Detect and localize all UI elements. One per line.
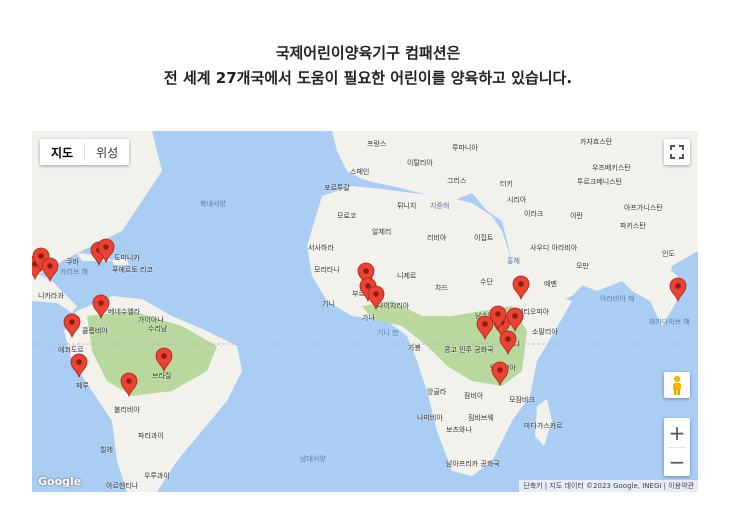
map-type-map-button[interactable]: 지도 [40, 139, 85, 165]
pegman-icon [673, 375, 681, 395]
location-marker[interactable] [367, 285, 385, 311]
location-marker[interactable] [476, 315, 494, 341]
street-view-pegman-button[interactable] [664, 372, 690, 398]
map-type-satellite-button[interactable]: 위성 [85, 139, 130, 165]
zoom-control: + − [664, 418, 690, 476]
google-logo: Google [38, 475, 82, 488]
location-marker[interactable] [70, 353, 88, 379]
marker-layer [32, 238, 687, 398]
location-marker[interactable] [491, 361, 509, 387]
fullscreen-button[interactable] [664, 139, 690, 165]
world-map[interactable]: 프랑스 루마니아 스페인 이탈리아 포르투갈 그리스 터키 튀니지 시리아 이라… [32, 131, 698, 492]
heading-line-1: 국제어린이양육기구 컴패션은 [275, 44, 461, 62]
location-marker[interactable] [41, 257, 59, 283]
location-marker[interactable] [669, 277, 687, 303]
location-marker[interactable] [506, 307, 524, 333]
location-marker[interactable] [120, 372, 138, 398]
fullscreen-icon [670, 145, 684, 159]
location-marker[interactable] [512, 275, 530, 301]
location-marker[interactable] [63, 313, 81, 339]
map-type-control: 지도 위성 [40, 139, 130, 165]
location-marker[interactable] [92, 294, 110, 320]
location-marker[interactable] [499, 330, 517, 356]
zoom-in-button[interactable]: + [664, 419, 690, 447]
zoom-out-button[interactable]: − [664, 448, 690, 476]
location-marker[interactable] [155, 347, 173, 373]
heading-line-2: 전 세계 27개국에서 도움이 필요한 어린이를 양육하고 있습니다. [163, 69, 573, 87]
map-attribution[interactable]: 단축키 | 지도 데이터 ©2023 Google, INEGI | 이용약관 [519, 480, 698, 492]
